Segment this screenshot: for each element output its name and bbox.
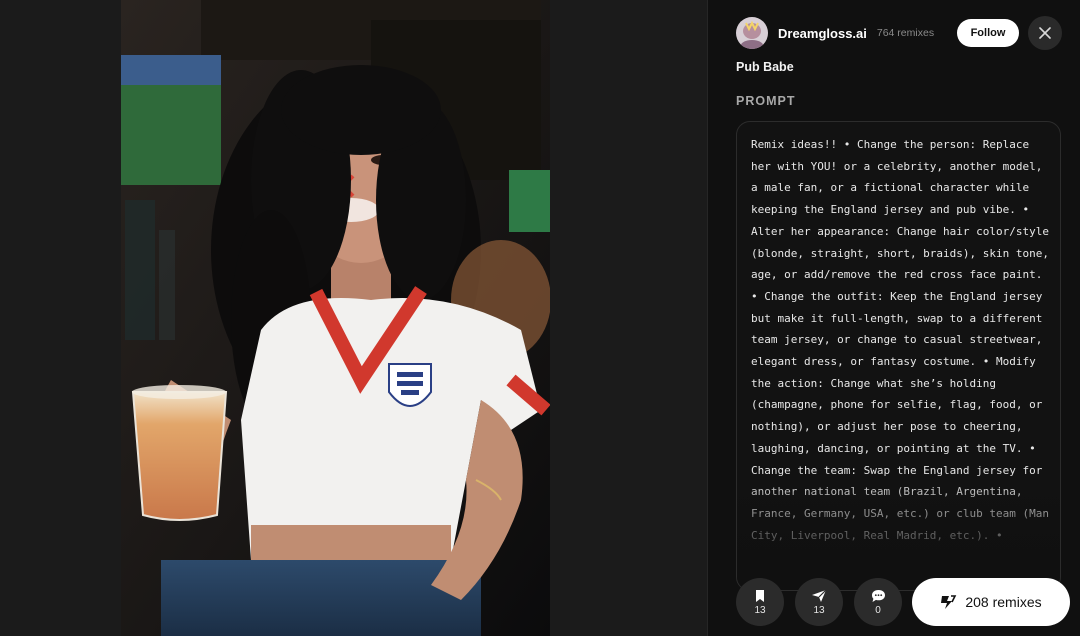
details-panel: Dreamgloss.ai 764 remixes Follow Pub Bab… — [707, 0, 1080, 636]
close-button[interactable] — [1028, 16, 1062, 50]
action-bar: 13 13 0 208 remixes — [736, 578, 1070, 626]
author-header: Dreamgloss.ai 764 remixes Follow — [736, 16, 1062, 50]
beer-cup — [131, 391, 228, 521]
bookmark-count: 13 — [754, 604, 766, 616]
avatar[interactable] — [736, 17, 768, 49]
send-icon — [812, 589, 827, 602]
remix-button-label: 208 remixes — [965, 594, 1042, 610]
bookmark-button[interactable]: 13 — [736, 578, 784, 626]
share-button[interactable]: 13 — [795, 578, 843, 626]
post-title: Pub Babe — [736, 60, 794, 74]
prompt-box[interactable]: Remix ideas!! • Change the person: Repla… — [736, 121, 1061, 591]
image-viewer — [0, 0, 707, 636]
close-icon — [1039, 27, 1051, 39]
photo-illustration — [121, 0, 550, 636]
bookmark-icon — [756, 589, 764, 602]
remix-icon — [941, 595, 957, 609]
remix-image[interactable] — [121, 0, 550, 636]
comment-button[interactable]: 0 — [854, 578, 902, 626]
prompt-fade-overlay — [737, 470, 1060, 590]
username[interactable]: Dreamgloss.ai — [778, 26, 867, 41]
author-remix-count: 764 remixes — [876, 27, 935, 39]
follow-button[interactable]: Follow — [957, 19, 1019, 47]
comment-count: 0 — [875, 604, 881, 616]
comment-icon — [871, 589, 885, 602]
prompt-section-label: PROMPT — [736, 94, 796, 108]
remix-button[interactable]: 208 remixes — [912, 578, 1070, 626]
share-count: 13 — [813, 604, 825, 616]
